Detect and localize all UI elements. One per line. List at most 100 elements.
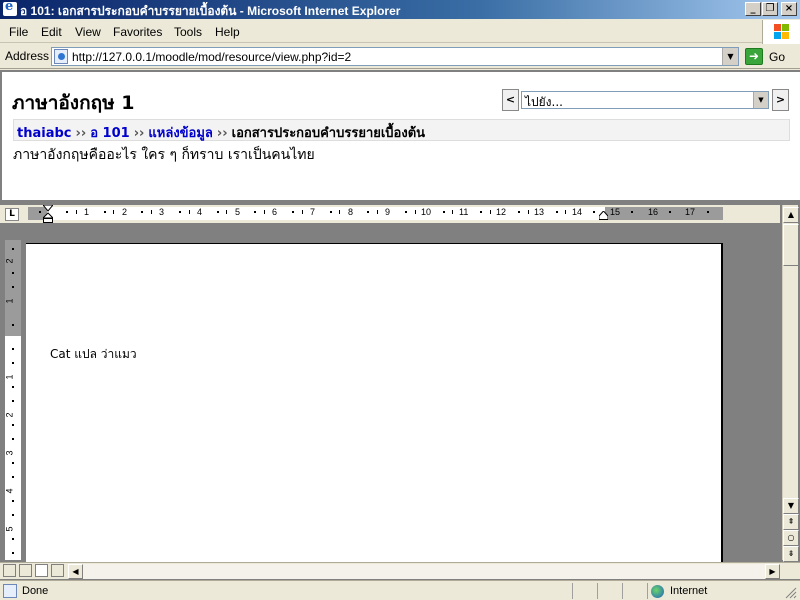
document-text[interactable]: Cat แปล ว่าแมว [50,345,137,364]
ruler-number: 7 [310,207,316,217]
vruler-number: 5 [4,526,15,532]
ruler-number: 6 [272,207,278,217]
ruler-tick [104,211,106,213]
ruler-number: 14 [572,207,583,217]
ruler-tick [405,211,407,213]
jump-select-value: ไปยัง... [525,95,563,109]
title-bar[interactable]: อ 101: เอกสารประกอบคำบรรยายเบื้องต้น - M… [0,0,800,19]
vruler-tick [12,538,14,540]
ruler-tick [179,211,181,213]
course-title: ภาษาอังกฤษ 1 [12,92,135,114]
jump-menu: < ไปยัง... ▼ > [502,89,792,113]
right-indent-marker-icon[interactable] [599,211,608,220]
vruler-tick [12,462,14,464]
ruler-tick [292,211,294,213]
vruler-tick [12,514,14,516]
print-layout-view-icon[interactable] [35,564,48,577]
jump-prev-button[interactable]: < [502,89,519,111]
ruler-margin-right [605,207,723,220]
menu-help[interactable]: Help [215,25,240,39]
ruler-tick [339,210,340,214]
scroll-right-button[interactable]: ▶ [765,564,780,579]
page-done-icon [3,584,17,598]
vruler-tick [12,248,14,250]
close-button[interactable]: × [781,2,797,16]
select-browse-object-button[interactable]: ○ [783,530,799,546]
document-page[interactable]: Cat แปล ว่าแมว [26,243,723,573]
ruler-number: 3 [159,207,165,217]
vruler-tick [12,324,14,326]
jump-select[interactable]: ไปยัง... ▼ [521,91,769,109]
breadcrumb-separator: ›› [133,126,145,141]
jump-next-button[interactable]: > [772,89,789,111]
ruler-tick [254,211,256,213]
ruler-tick [707,211,709,213]
vruler-number: 1 [4,298,15,304]
status-panel [572,583,596,599]
breadcrumb-link-resources[interactable]: แหล่งข้อมูล [148,126,213,141]
previous-page-button[interactable]: ⇞ [783,514,799,530]
ruler-tick [518,211,520,213]
vruler-tick [12,424,14,426]
vruler-tick [12,476,14,478]
status-bar: Done Internet [0,580,800,600]
ruler-tick [302,210,303,214]
vertical-scrollbar[interactable]: ▲ ▼ ⇞ ○ ⇟ [782,205,799,562]
go-button[interactable]: ➜ Go [745,48,795,66]
ruler-tick [367,211,369,213]
menu-edit[interactable]: Edit [41,25,62,39]
next-page-button[interactable]: ⇟ [783,546,799,562]
outline-view-icon[interactable] [51,564,64,577]
breadcrumb-current: เอกสารประกอบคำบรรยายเบื้องต้น [231,126,426,141]
page-icon [54,49,68,64]
resource-summary: ภาษาอังกฤษคืออะไร ใคร ๆ ก็ทราบ เราเป็นคน… [13,147,315,163]
vruler-margin [5,240,21,336]
vruler-tick [12,348,14,350]
go-arrow-icon[interactable]: ➜ [745,48,763,65]
address-label: Address [5,49,50,63]
breadcrumb-link-course[interactable]: อ 101 [90,126,129,141]
ruler-tick [66,211,68,213]
page-content: ภาษาอังกฤษ 1 < ไปยัง... ▼ > thaiabc ›› อ 1… [0,70,800,200]
indent-marker-icon[interactable] [43,205,53,223]
normal-view-icon[interactable] [3,564,16,577]
vertical-ruler[interactable]: 2 1 1 2 3 4 5 [5,240,21,560]
breadcrumb-link-site[interactable]: thaiabc [17,126,71,141]
tab-selector-button[interactable]: L [5,208,19,221]
word-document-frame: L 1 2 3 4 5 6 7 8 9 10 11 12 13 14 15 16… [0,200,800,580]
menu-view[interactable]: View [75,25,101,39]
ruler-tick [452,210,453,214]
horizontal-ruler[interactable]: 1 2 3 4 5 6 7 8 9 10 11 12 13 14 15 16 1… [24,205,780,223]
ruler-number: 2 [122,207,128,217]
status-panel [622,583,646,599]
menu-favorites[interactable]: Favorites [113,25,162,39]
breadcrumb: thaiabc ›› อ 101 ›› แหล่งข้อมูล ›› เอกสารประกอ… [13,119,790,141]
scroll-up-button[interactable]: ▲ [783,207,799,223]
ruler-number: 1 [84,207,90,217]
resize-grip-icon[interactable] [785,587,797,599]
address-input[interactable]: http://127.0.0.1/moodle/mod/resource/vie… [51,47,739,66]
ruler-tick [226,210,227,214]
scroll-thumb[interactable] [783,224,799,266]
horizontal-scrollbar[interactable]: ◀ ▶ [68,564,780,579]
chevron-down-icon[interactable]: ▼ [753,92,768,108]
status-text: Done [22,585,49,597]
ruler-number: 4 [197,207,203,217]
ruler-tick [480,211,482,213]
ruler-tick [189,210,190,214]
minimize-button[interactable]: _ [745,2,761,16]
menu-tools[interactable]: Tools [174,25,202,39]
ruler-number: 11 [459,207,469,217]
go-label[interactable]: Go [769,50,785,64]
status-panel [597,583,621,599]
restore-button[interactable]: ❐ [762,2,778,16]
ruler-tick [39,211,41,213]
menu-file[interactable]: File [9,25,28,39]
web-layout-view-icon[interactable] [19,564,32,577]
zone-text: Internet [670,585,708,597]
address-url[interactable]: http://127.0.0.1/moodle/mod/resource/vie… [72,50,351,64]
scroll-down-button[interactable]: ▼ [783,498,799,514]
vruler-number: 2 [4,412,15,418]
address-dropdown-icon[interactable]: ▼ [722,48,738,65]
scroll-left-button[interactable]: ◀ [68,564,83,579]
